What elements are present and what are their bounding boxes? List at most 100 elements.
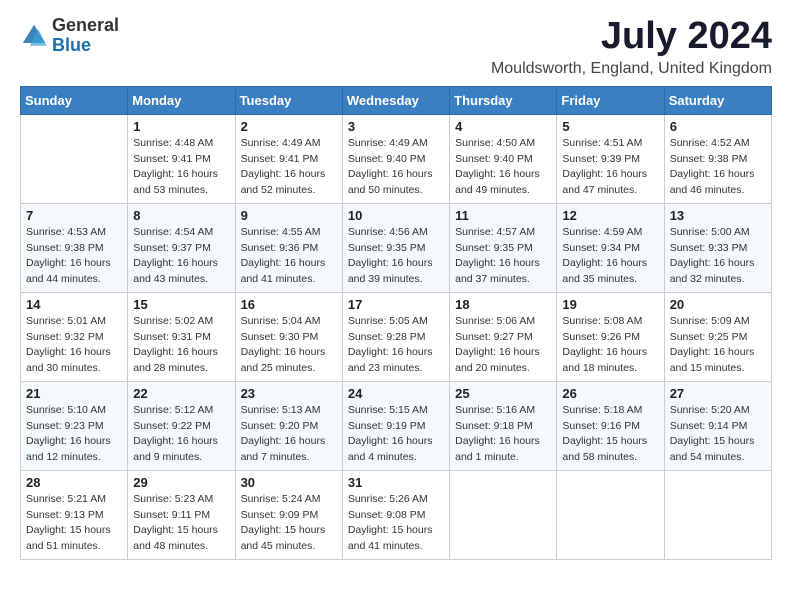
calendar-body: 1 Sunrise: 4:48 AMSunset: 9:41 PMDaylight… xyxy=(21,114,772,559)
day-number: 28 xyxy=(26,475,122,490)
day-info: Sunrise: 4:50 AMSunset: 9:40 PMDaylight:… xyxy=(455,136,551,199)
week-row-1: 1 Sunrise: 4:48 AMSunset: 9:41 PMDaylight… xyxy=(21,114,772,203)
header-day-saturday: Saturday xyxy=(664,86,771,114)
day-number: 5 xyxy=(562,119,658,134)
day-info: Sunrise: 5:01 AMSunset: 9:32 PMDaylight:… xyxy=(26,314,122,377)
day-info: Sunrise: 4:48 AMSunset: 9:41 PMDaylight:… xyxy=(133,136,229,199)
day-cell: 31Sunrise: 5:26 AMSunset: 9:08 PMDayligh… xyxy=(342,470,449,559)
day-info: Sunrise: 4:59 AMSunset: 9:34 PMDaylight:… xyxy=(562,225,658,288)
day-info: Sunrise: 4:52 AMSunset: 9:38 PMDaylight:… xyxy=(670,136,766,199)
header-row: SundayMondayTuesdayWednesdayThursdayFrid… xyxy=(21,86,772,114)
logo-blue: Blue xyxy=(52,35,91,55)
day-cell: 20Sunrise: 5:09 AMSunset: 9:25 PMDayligh… xyxy=(664,292,771,381)
day-info: Sunrise: 4:53 AMSunset: 9:38 PMDaylight:… xyxy=(26,225,122,288)
day-number: 25 xyxy=(455,386,551,401)
day-cell: 23 Sunrise: 5:13 AMSunset: 9:20 PMDayligh… xyxy=(235,381,342,470)
day-info: Sunrise: 5:12 AMSunset: 9:22 PMDaylight:… xyxy=(133,403,229,466)
day-number: 13 xyxy=(670,208,766,223)
day-number: 26 xyxy=(562,386,658,401)
day-cell: 25 Sunrise: 5:16 AMSunset: 9:18 PMDayligh… xyxy=(450,381,557,470)
day-number: 11 xyxy=(455,208,551,223)
title-block: July 2024 Mouldsworth, England, United K… xyxy=(491,16,772,78)
day-info: Sunrise: 5:13 AMSunset: 9:20 PMDaylight:… xyxy=(241,403,337,466)
day-number: 22 xyxy=(133,386,229,401)
day-info: Sunrise: 5:26 AMSunset: 9:08 PMDaylight:… xyxy=(348,492,444,555)
day-cell: 3 Sunrise: 4:49 AMSunset: 9:40 PMDaylight… xyxy=(342,114,449,203)
day-cell: 13 Sunrise: 5:00 AMSunset: 9:33 PMDayligh… xyxy=(664,203,771,292)
day-cell: 11 Sunrise: 4:57 AMSunset: 9:35 PMDayligh… xyxy=(450,203,557,292)
header-day-wednesday: Wednesday xyxy=(342,86,449,114)
day-info: Sunrise: 5:23 AMSunset: 9:11 PMDaylight:… xyxy=(133,492,229,555)
day-cell: 5 Sunrise: 4:51 AMSunset: 9:39 PMDaylight… xyxy=(557,114,664,203)
location-title: Mouldsworth, England, United Kingdom xyxy=(491,60,772,78)
day-number: 14 xyxy=(26,297,122,312)
calendar-header: SundayMondayTuesdayWednesdayThursdayFrid… xyxy=(21,86,772,114)
day-info: Sunrise: 5:02 AMSunset: 9:31 PMDaylight:… xyxy=(133,314,229,377)
day-cell: 30Sunrise: 5:24 AMSunset: 9:09 PMDayligh… xyxy=(235,470,342,559)
day-cell: 1 Sunrise: 4:48 AMSunset: 9:41 PMDaylight… xyxy=(128,114,235,203)
day-cell: 7 Sunrise: 4:53 AMSunset: 9:38 PMDaylight… xyxy=(21,203,128,292)
week-row-5: 28 Sunrise: 5:21 AMSunset: 9:13 PMDayligh… xyxy=(21,470,772,559)
day-info: Sunrise: 5:06 AMSunset: 9:27 PMDaylight:… xyxy=(455,314,551,377)
day-number: 15 xyxy=(133,297,229,312)
day-cell: 27 Sunrise: 5:20 AMSunset: 9:14 PMDayligh… xyxy=(664,381,771,470)
week-row-3: 14 Sunrise: 5:01 AMSunset: 9:32 PMDayligh… xyxy=(21,292,772,381)
day-info: Sunrise: 5:00 AMSunset: 9:33 PMDaylight:… xyxy=(670,225,766,288)
week-row-4: 21Sunrise: 5:10 AMSunset: 9:23 PMDayligh… xyxy=(21,381,772,470)
day-number: 19 xyxy=(562,297,658,312)
day-number: 8 xyxy=(133,208,229,223)
day-cell: 17 Sunrise: 5:05 AMSunset: 9:28 PMDayligh… xyxy=(342,292,449,381)
day-cell xyxy=(557,470,664,559)
day-number: 9 xyxy=(241,208,337,223)
day-number: 21 xyxy=(26,386,122,401)
day-number: 1 xyxy=(133,119,229,134)
day-cell: 24Sunrise: 5:15 AMSunset: 9:19 PMDayligh… xyxy=(342,381,449,470)
day-cell xyxy=(450,470,557,559)
day-info: Sunrise: 5:18 AMSunset: 9:16 PMDaylight:… xyxy=(562,403,658,466)
logo-icon xyxy=(20,22,48,50)
day-info: Sunrise: 5:15 AMSunset: 9:19 PMDaylight:… xyxy=(348,403,444,466)
day-info: Sunrise: 4:49 AMSunset: 9:40 PMDaylight:… xyxy=(348,136,444,199)
day-cell xyxy=(664,470,771,559)
day-cell: 8Sunrise: 4:54 AMSunset: 9:37 PMDaylight… xyxy=(128,203,235,292)
day-number: 7 xyxy=(26,208,122,223)
day-info: Sunrise: 5:09 AMSunset: 9:25 PMDaylight:… xyxy=(670,314,766,377)
day-info: Sunrise: 5:16 AMSunset: 9:18 PMDaylight:… xyxy=(455,403,551,466)
calendar-table: SundayMondayTuesdayWednesdayThursdayFrid… xyxy=(20,86,772,560)
day-cell: 18Sunrise: 5:06 AMSunset: 9:27 PMDayligh… xyxy=(450,292,557,381)
day-info: Sunrise: 4:51 AMSunset: 9:39 PMDaylight:… xyxy=(562,136,658,199)
header-day-thursday: Thursday xyxy=(450,86,557,114)
day-cell: 14 Sunrise: 5:01 AMSunset: 9:32 PMDayligh… xyxy=(21,292,128,381)
day-number: 30 xyxy=(241,475,337,490)
day-info: Sunrise: 4:55 AMSunset: 9:36 PMDaylight:… xyxy=(241,225,337,288)
day-number: 17 xyxy=(348,297,444,312)
day-cell xyxy=(21,114,128,203)
day-number: 23 xyxy=(241,386,337,401)
day-number: 10 xyxy=(348,208,444,223)
day-cell: 16 Sunrise: 5:04 AMSunset: 9:30 PMDayligh… xyxy=(235,292,342,381)
week-row-2: 7 Sunrise: 4:53 AMSunset: 9:38 PMDaylight… xyxy=(21,203,772,292)
day-cell: 15 Sunrise: 5:02 AMSunset: 9:31 PMDayligh… xyxy=(128,292,235,381)
day-cell: 4Sunrise: 4:50 AMSunset: 9:40 PMDaylight… xyxy=(450,114,557,203)
day-cell: 21Sunrise: 5:10 AMSunset: 9:23 PMDayligh… xyxy=(21,381,128,470)
day-info: Sunrise: 4:56 AMSunset: 9:35 PMDaylight:… xyxy=(348,225,444,288)
day-info: Sunrise: 4:57 AMSunset: 9:35 PMDaylight:… xyxy=(455,225,551,288)
day-number: 3 xyxy=(348,119,444,134)
day-info: Sunrise: 5:04 AMSunset: 9:30 PMDaylight:… xyxy=(241,314,337,377)
header-day-sunday: Sunday xyxy=(21,86,128,114)
day-info: Sunrise: 5:21 AMSunset: 9:13 PMDaylight:… xyxy=(26,492,122,555)
day-info: Sunrise: 5:20 AMSunset: 9:14 PMDaylight:… xyxy=(670,403,766,466)
day-info: Sunrise: 5:08 AMSunset: 9:26 PMDaylight:… xyxy=(562,314,658,377)
header-day-tuesday: Tuesday xyxy=(235,86,342,114)
logo-text: General Blue xyxy=(52,16,119,55)
day-cell: 28 Sunrise: 5:21 AMSunset: 9:13 PMDayligh… xyxy=(21,470,128,559)
day-number: 16 xyxy=(241,297,337,312)
header-day-monday: Monday xyxy=(128,86,235,114)
day-info: Sunrise: 5:05 AMSunset: 9:28 PMDaylight:… xyxy=(348,314,444,377)
day-number: 27 xyxy=(670,386,766,401)
day-cell: 12 Sunrise: 4:59 AMSunset: 9:34 PMDayligh… xyxy=(557,203,664,292)
day-number: 12 xyxy=(562,208,658,223)
day-cell: 6Sunrise: 4:52 AMSunset: 9:38 PMDaylight… xyxy=(664,114,771,203)
day-cell: 29Sunrise: 5:23 AMSunset: 9:11 PMDayligh… xyxy=(128,470,235,559)
day-cell: 9 Sunrise: 4:55 AMSunset: 9:36 PMDaylight… xyxy=(235,203,342,292)
